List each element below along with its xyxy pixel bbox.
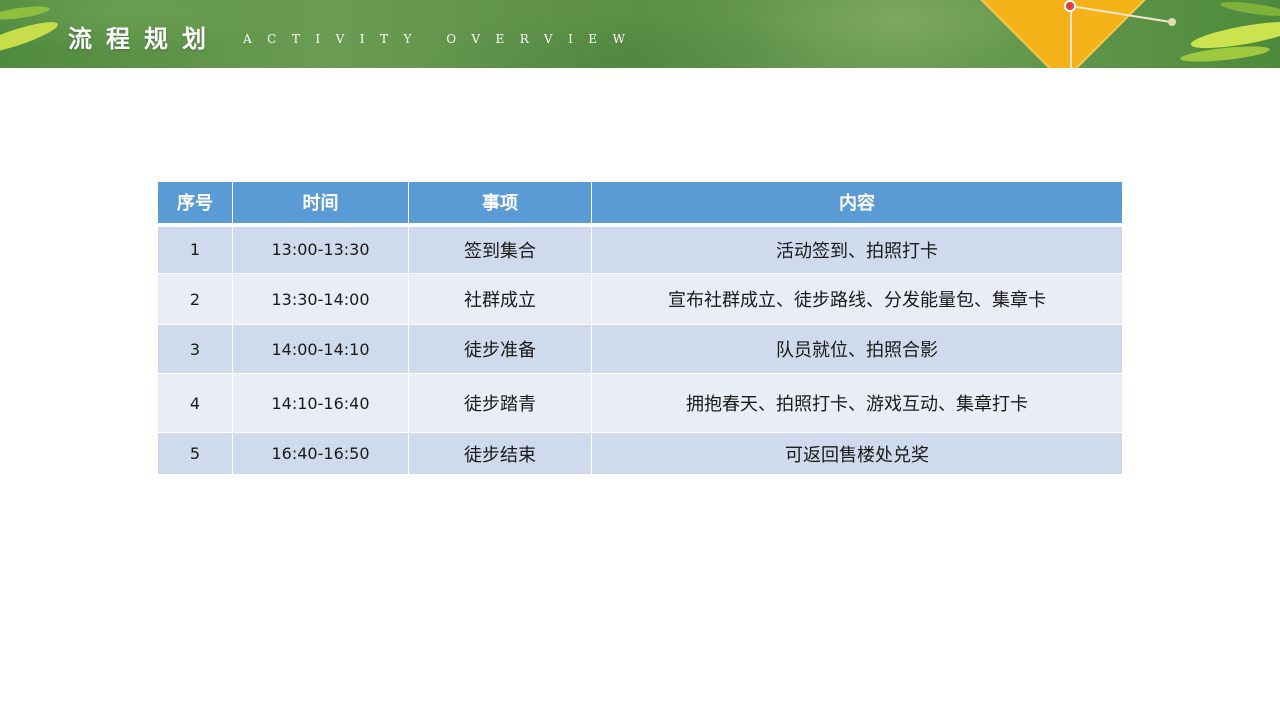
cell-no: 2 [157,273,233,325]
cell-time: 13:00-13:30 [232,224,409,274]
table-row: 2 13:30-14:00 社群成立 宣布社群成立、徒步路线、分发能量包、集章卡 [157,273,1123,325]
leaf-decoration [1219,0,1280,19]
cell-time: 14:00-14:10 [232,324,409,374]
table-row: 4 14:10-16:40 徒步踏青 拥抱春天、拍照打卡、游戏互动、集章打卡 [157,373,1123,433]
cell-time: 13:30-14:00 [232,273,409,325]
cell-item: 签到集合 [408,224,592,274]
cell-content: 宣布社群成立、徒步路线、分发能量包、集章卡 [591,273,1123,325]
cell-content: 队员就位、拍照合影 [591,324,1123,374]
cell-no: 1 [157,224,233,274]
table-row: 5 16:40-16:50 徒步结束 可返回售楼处兑奖 [157,432,1123,475]
cell-content: 活动签到、拍照打卡 [591,224,1123,274]
cell-time: 16:40-16:50 [232,432,409,475]
table-row: 1 13:00-13:30 签到集合 活动签到、拍照打卡 [157,224,1123,274]
kite-knot-icon [1064,0,1076,12]
cell-item: 社群成立 [408,273,592,325]
cell-no: 4 [157,373,233,433]
kite-tail-icon [1168,18,1176,26]
column-header-time: 时间 [232,181,409,227]
cell-content: 可返回售楼处兑奖 [591,432,1123,475]
cell-time: 14:10-16:40 [232,373,409,433]
table-row: 3 14:00-14:10 徒步准备 队员就位、拍照合影 [157,324,1123,374]
cell-content: 拥抱春天、拍照打卡、游戏互动、集章打卡 [591,373,1123,433]
cell-item: 徒步准备 [408,324,592,374]
header-banner: 流程规划 ACTIVITY OVERVIEW [0,0,1280,68]
cell-item: 徒步踏青 [408,373,592,433]
cell-no: 3 [157,324,233,374]
page-title: 流程规划 [68,24,220,53]
column-header-no: 序号 [157,181,233,227]
column-header-item: 事项 [408,181,592,227]
column-header-content: 内容 [591,181,1123,227]
kite-decoration [978,0,1148,68]
leaf-decoration [0,16,61,60]
leaf-decoration [0,3,51,23]
cell-item: 徒步结束 [408,432,592,475]
cell-no: 5 [157,432,233,475]
kite-string [1070,6,1072,68]
table-header-row: 序号 时间 事项 内容 [157,181,1123,227]
schedule-table: 序号 时间 事项 内容 1 13:00-13:30 签到集合 活动签到、拍照打卡… [157,181,1123,475]
page-subtitle: ACTIVITY OVERVIEW [243,32,641,46]
